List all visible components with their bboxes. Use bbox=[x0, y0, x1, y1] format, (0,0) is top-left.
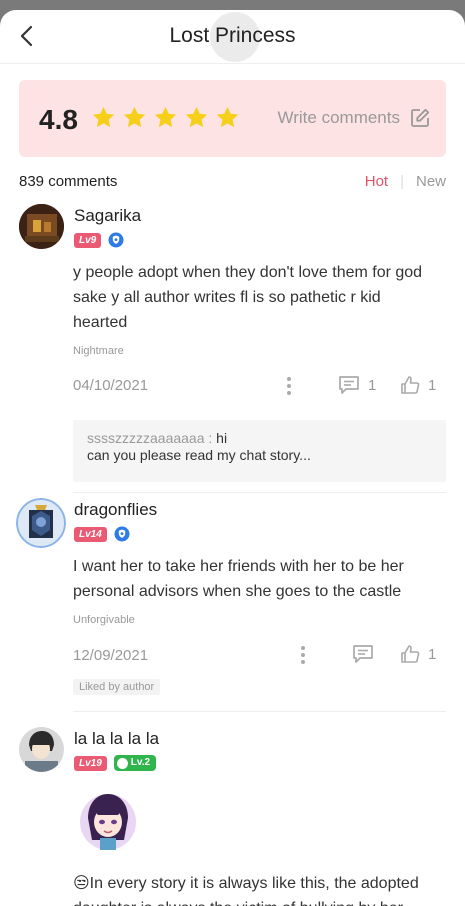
comment-date: 12/09/2021 bbox=[73, 647, 149, 664]
like-count: 1 bbox=[428, 645, 437, 663]
like-button[interactable]: 1 bbox=[400, 644, 436, 664]
like-button[interactable]: 1 bbox=[400, 375, 436, 395]
comment-date: 04/10/2021 bbox=[73, 377, 149, 394]
fan-level-badge: Lv.2 bbox=[113, 755, 157, 771]
comment-count: 839 comments bbox=[19, 173, 118, 190]
thumbs-up-icon bbox=[401, 376, 420, 394]
more-options-icon[interactable] bbox=[300, 645, 306, 665]
page-title: Lost Princess bbox=[169, 24, 296, 47]
star-icon bbox=[123, 106, 146, 128]
write-comments-label: Write comments bbox=[277, 108, 401, 127]
header: Lost Princess bbox=[0, 10, 465, 64]
comment-tag: Nightmare bbox=[73, 345, 124, 357]
comment-icon bbox=[353, 645, 373, 663]
rating-stars bbox=[91, 105, 240, 130]
username[interactable]: dragonflies bbox=[74, 500, 157, 520]
liked-by-author-badge: Liked by author bbox=[73, 679, 161, 695]
reply-text-line-2: can you please read my chat story... bbox=[87, 447, 311, 463]
level-badge: Lv19 bbox=[74, 755, 107, 771]
comments-bar: 839 comments Hot | New bbox=[19, 173, 446, 193]
like-count: 1 bbox=[428, 376, 437, 394]
sort-toggle: Hot | New bbox=[365, 173, 446, 190]
edit-icon bbox=[411, 108, 430, 127]
reply-count: 1 bbox=[368, 376, 377, 394]
more-options-icon[interactable] bbox=[286, 376, 292, 396]
reply-button[interactable]: 1 bbox=[338, 375, 376, 395]
user-badges: Lv9 bbox=[74, 232, 124, 248]
comment-text: I want her to take her friends with her … bbox=[73, 558, 404, 600]
shield-badge-icon bbox=[114, 526, 130, 542]
sort-separator: | bbox=[400, 173, 404, 190]
shield-badge-icon bbox=[108, 232, 124, 248]
divider bbox=[73, 711, 446, 712]
sticker-image bbox=[80, 794, 136, 850]
star-icon bbox=[185, 106, 208, 128]
fan-level-icon bbox=[116, 757, 128, 769]
fan-level-label: Lv.2 bbox=[130, 757, 151, 768]
avatar[interactable] bbox=[19, 204, 64, 249]
user-badges: Lv19 Lv.2 bbox=[74, 755, 157, 771]
comments-sheet: Lost Princess 4.8 Write comments 839 com… bbox=[0, 10, 465, 906]
comment-text: 😒In every story it is always like this, … bbox=[73, 875, 419, 906]
level-badge: Lv14 bbox=[74, 526, 107, 542]
reply-username: sssszzzzzaaaaaaa : bbox=[87, 430, 217, 446]
avatar[interactable] bbox=[19, 727, 64, 772]
username[interactable]: Sagarika bbox=[74, 206, 141, 226]
avatar[interactable] bbox=[16, 498, 66, 548]
user-badges: Lv14 bbox=[74, 526, 130, 542]
comment-tag: Unforgivable bbox=[73, 614, 135, 626]
rating-card: 4.8 Write comments bbox=[19, 80, 446, 157]
reply-preview[interactable]: sssszzzzzaaaaaaa : hi can you please rea… bbox=[73, 420, 446, 482]
star-icon bbox=[154, 106, 177, 128]
comment-text: y people adopt when they don't love them… bbox=[73, 264, 423, 331]
sort-hot-tab[interactable]: Hot bbox=[365, 173, 388, 190]
star-icon bbox=[216, 106, 239, 128]
sort-new-tab[interactable]: New bbox=[416, 173, 446, 190]
comment-icon bbox=[339, 376, 359, 394]
star-icon bbox=[92, 106, 115, 128]
level-badge: Lv9 bbox=[74, 232, 102, 248]
thumbs-up-icon bbox=[401, 645, 420, 663]
rating-score: 4.8 bbox=[39, 104, 78, 135]
username[interactable]: la la la la la bbox=[74, 729, 159, 749]
reply-text: hi bbox=[216, 430, 228, 446]
reply-button[interactable] bbox=[352, 644, 374, 664]
divider bbox=[73, 492, 446, 493]
write-comments-button[interactable]: Write comments bbox=[278, 108, 431, 128]
reply-line-1: sssszzzzzaaaaaaa : hi bbox=[87, 430, 432, 447]
